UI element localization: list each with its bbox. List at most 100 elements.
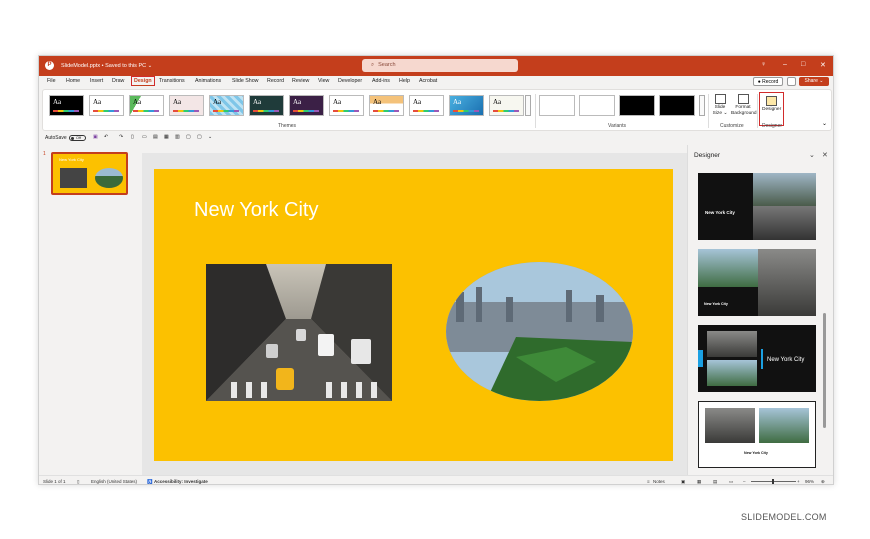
tab-design[interactable]: Design [131,76,155,86]
idea-3-title: New York City [767,357,805,363]
minimize-icon[interactable]: – [783,61,787,68]
idea-2-photo-street [758,249,816,316]
zoom-level[interactable]: 96% [805,479,814,484]
tab-acrobat[interactable]: Acrobat [419,78,437,84]
theme-11[interactable]: Aa [449,95,484,116]
search-box[interactable]: ⌕ Search [362,59,518,72]
maximize-icon[interactable]: □ [801,61,805,68]
new-file-icon[interactable]: ▯ [131,134,134,140]
tab-home[interactable]: Home [66,78,80,84]
central-park-photo[interactable] [446,262,633,401]
undo-icon[interactable]: ↶ [104,134,108,140]
fit-slide-icon[interactable]: ⊕ [821,479,825,484]
open-icon[interactable]: ▭ [142,134,147,140]
theme-1[interactable]: Aa [49,95,84,116]
slideshow-view-icon[interactable]: ▭ [729,479,733,484]
redo-icon[interactable]: ↷ [119,134,123,140]
collapse-ribbon-icon[interactable]: ⌄ [822,120,827,127]
save-icon[interactable]: ▣ [93,134,98,140]
powerpoint-window: P SlideModel.pptx • Saved to this PC ⌄ ⌕… [38,55,834,485]
lightbulb-icon[interactable]: ♀ [761,61,766,68]
design-idea-1[interactable]: New York City [698,173,816,240]
theme-12[interactable]: Aa [489,95,524,116]
slide-thumbnail-1[interactable]: New York City [51,152,128,195]
watermark: SLIDEMODEL.COM [741,512,827,522]
close-icon[interactable]: ✕ [820,61,826,69]
zoom-in-icon[interactable]: + [797,479,800,484]
idea-4-title: New York City [744,451,768,455]
theme-8[interactable]: Aa [329,95,364,116]
pane-options-icon[interactable]: ⌄ [809,151,815,159]
tab-insert[interactable]: Insert [90,78,103,84]
tab-view[interactable]: View [318,78,329,84]
idea-3-accent [698,350,703,367]
notes-button[interactable]: Notes [653,479,665,484]
record-button[interactable]: ● Record [753,77,783,86]
tab-help[interactable]: Help [399,78,410,84]
theme-glyph: Aa [213,98,222,106]
share-button[interactable]: Share ⌄ [799,77,829,86]
theme-5[interactable]: Aa [209,95,244,116]
theme-9[interactable]: Aa [369,95,404,116]
pane-close-icon[interactable]: ✕ [822,151,828,159]
tab-developer[interactable]: Developer [338,78,362,84]
theme-2[interactable]: Aa [89,95,124,116]
slide-title[interactable]: New York City [194,199,319,222]
slide-canvas[interactable]: New York City [154,169,673,461]
theme-6[interactable]: Aa [249,95,284,116]
slideshow-icon[interactable]: ▤ [153,134,158,140]
street-photo[interactable] [206,264,392,401]
tab-transitions[interactable]: Transitions [159,78,185,84]
idea-2-photo-park [698,249,758,287]
tab-draw[interactable]: Draw [112,78,124,84]
designer-button-label: Designer [762,107,782,112]
reading-view-icon[interactable]: ▤ [713,479,717,484]
present-icon[interactable]: ▥ [175,134,180,140]
language-status[interactable]: English (United States) [91,479,137,484]
divider [708,94,709,128]
slide-size-button[interactable]: Slide Size ⌄ [711,92,729,117]
theme-3[interactable]: Aa [129,95,164,116]
variant-2[interactable] [579,95,615,116]
tab-review[interactable]: Review [292,78,309,84]
comment-icon[interactable] [787,77,796,86]
design-idea-3[interactable]: New York City [698,325,816,392]
spellcheck-icon[interactable]: ▯ [77,479,79,484]
tab-add-ins[interactable]: Add-ins [372,78,390,84]
theme-4[interactable]: Aa [169,95,204,116]
themes-more-button[interactable] [525,95,531,116]
accessibility-status[interactable]: Accessibility: Investigate [154,479,208,484]
tab-file[interactable]: File [47,78,56,84]
autosave-toggle[interactable]: Off [69,135,86,141]
tab-animations[interactable]: Animations [195,78,221,84]
variants-more-button[interactable] [699,95,705,116]
theme-10[interactable]: Aa [409,95,444,116]
paste-icon[interactable]: ▢ [197,134,202,140]
print-icon[interactable]: ▦ [164,134,169,140]
menu-bar: File Home Insert Draw Design Transitions… [39,76,833,88]
tab-record[interactable]: Record [267,78,284,84]
tab-slide-show[interactable]: Slide Show [232,78,259,84]
theme-glyph: Aa [293,98,302,106]
idea-1-photo-top [753,173,816,206]
zoom-slider-thumb[interactable] [772,479,774,484]
design-idea-2[interactable]: New York City [698,249,816,316]
slide-counter: Slide 1 of 1 [43,479,66,484]
zoom-out-icon[interactable]: – [743,479,746,484]
design-idea-4[interactable]: New York City [698,401,816,468]
theme-7[interactable]: Aa [289,95,324,116]
copy-icon[interactable]: ▢ [186,134,191,140]
variant-4[interactable] [659,95,695,116]
designer-scrollbar[interactable] [823,313,826,428]
theme-glyph: Aa [53,98,62,106]
theme-glyph: Aa [493,98,502,106]
variant-3[interactable] [619,95,655,116]
customize-qat-icon[interactable]: ⌄ [208,134,212,140]
designer-button[interactable]: Designer [759,92,784,126]
document-title[interactable]: SlideModel.pptx • Saved to this PC ⌄ [61,63,152,69]
normal-view-icon[interactable]: ▣ [681,479,685,484]
format-background-button[interactable]: Format Background [731,92,757,117]
variant-1[interactable] [539,95,575,116]
vertical-ruler [134,153,142,475]
slide-sorter-icon[interactable]: ▦ [697,479,701,484]
